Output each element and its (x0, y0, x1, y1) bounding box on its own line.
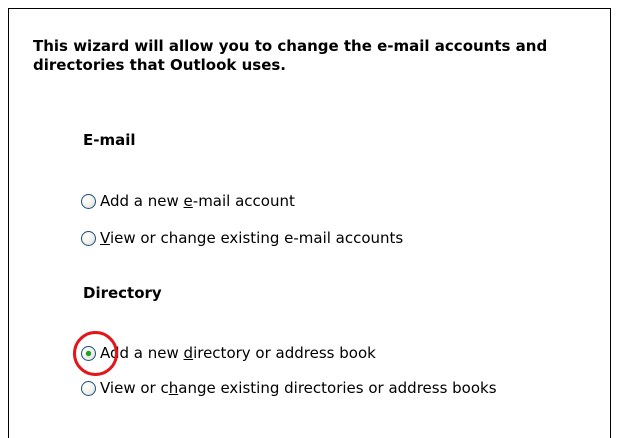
add-email-account-radio[interactable] (81, 193, 96, 209)
email-section-heading: E-mail (83, 131, 136, 149)
view-email-accounts-option[interactable]: View or change existing e-mail accounts (81, 228, 403, 248)
add-directory-label[interactable]: Add a new directory or address book (100, 344, 376, 362)
add-directory-radio[interactable] (81, 345, 96, 361)
view-directories-radio[interactable] (81, 380, 96, 396)
add-email-account-option[interactable]: Add a new e-mail account (81, 191, 295, 211)
add-directory-option[interactable]: Add a new directory or address book (81, 343, 376, 363)
view-directories-option[interactable]: View or change existing directories or a… (81, 378, 497, 398)
directory-section-heading: Directory (83, 284, 162, 302)
view-directories-label[interactable]: View or change existing directories or a… (100, 379, 497, 397)
wizard-intro-text: This wizard will allow you to change the… (33, 37, 548, 74)
view-email-accounts-radio[interactable] (81, 230, 96, 246)
radio-selected-dot (86, 350, 91, 356)
add-email-account-label[interactable]: Add a new e-mail account (100, 192, 295, 210)
view-email-accounts-label[interactable]: View or change existing e-mail accounts (100, 229, 403, 247)
